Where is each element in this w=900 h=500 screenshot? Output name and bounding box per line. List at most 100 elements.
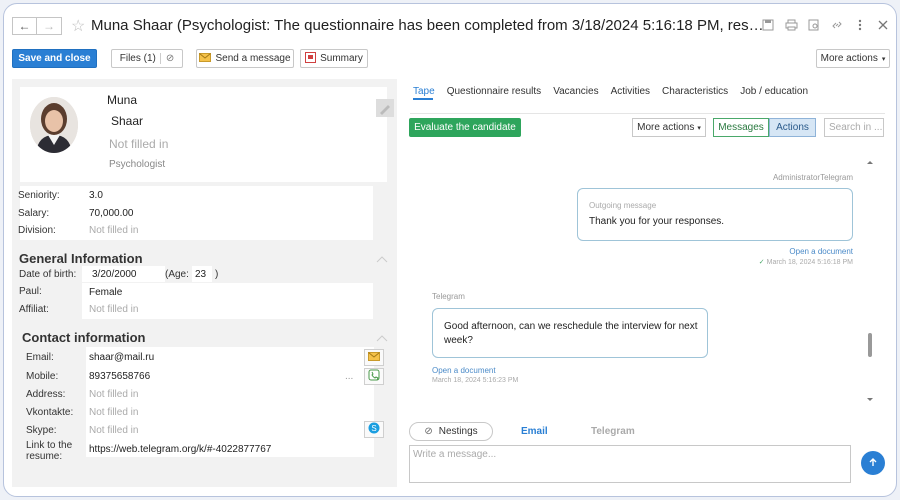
chevron-down-icon: ▾ [697,124,701,132]
mobile-value[interactable]: 89375658766 [89,371,150,382]
title-bar: ← → ☆ Muna Shaar (Psychologist: The ques… [4,4,896,46]
toolbar: Save and close Files (1) ⊘ Send a message… [4,49,896,75]
more-vertical-icon[interactable] [853,18,867,32]
tab-activities[interactable]: Activities [611,86,650,97]
outgoing-message: Outgoing message Thank you for your resp… [577,188,853,241]
print-icon[interactable] [784,18,798,32]
link-icon[interactable] [830,18,844,32]
arrow-up-icon [868,457,878,470]
nestings-button[interactable]: ⊘ Nestings [409,422,493,441]
back-button[interactable]: ← [12,17,37,35]
feed-scrollbar[interactable] [865,159,875,401]
mobile-more[interactable]: ... [345,371,353,382]
feed-search-input[interactable]: Search in ... [824,118,884,137]
address-value[interactable]: Not filled in [89,389,138,400]
seniority-value[interactable]: 3.0 [89,190,103,201]
dob-label: Date of birth: [19,269,77,280]
evaluate-candidate-button[interactable]: Evaluate the candidate [409,118,521,137]
summary-button[interactable]: Summary [300,49,368,68]
call-button[interactable] [364,368,384,385]
tabs: Tape Questionnaire results Vacancies Act… [413,86,808,97]
contact-fields-bg [86,347,374,457]
email-value[interactable]: shaar@mail.ru [89,352,154,363]
save-icon[interactable] [761,18,775,32]
address-label: Address: [26,389,66,400]
age-label: (Age: [165,269,189,280]
forward-arrow-icon: → [43,19,55,33]
division-value[interactable]: Not filled in [89,225,138,236]
affiliat-label: Affiliat: [19,304,49,315]
resume-label-2: resume: [26,451,63,462]
open-document-link[interactable]: Open a document [432,366,496,375]
candidate-window: ← → ☆ Muna Shaar (Psychologist: The ques… [3,3,897,497]
general-info-title: General Information [19,251,143,266]
more-actions-button[interactable]: More actions ▾ [816,49,890,68]
chevron-down-icon: ▾ [881,55,886,63]
paperclip-icon: ⊘ [159,53,174,64]
email-channel-tab[interactable]: Email [521,426,548,437]
check-icon: ✓ [758,259,767,266]
skype-button[interactable]: S [364,421,384,438]
tab-job-education[interactable]: Job / education [740,86,808,97]
salary-value[interactable]: 70,000.00 [89,208,134,219]
back-arrow-icon: ← [18,19,31,33]
mobile-label: Mobile: [26,371,59,382]
collapse-chevron-icon[interactable] [376,254,388,264]
send-email-button[interactable] [364,349,384,366]
phone-icon [368,369,380,384]
candidate-panel: Muna Shaar Not filled in Psychologist Se… [12,79,397,487]
channel-name: Telegram [432,292,465,301]
save-and-close-button[interactable]: Save and close [12,49,97,68]
send-message-button[interactable]: Send a message [196,49,294,68]
tab-vacancies[interactable]: Vacancies [553,86,598,97]
send-button[interactable] [861,451,885,475]
feed-more-actions-button[interactable]: More actions ▾ [632,118,706,137]
files-button[interactable]: Files (1) ⊘ [111,49,183,68]
preview-icon[interactable] [807,18,821,32]
messages-filter-button[interactable]: Messages [713,118,769,137]
paul-label: Paul: [19,286,42,297]
resume-link[interactable]: https://web.telegram.org/k/#-4022877767 [89,444,271,455]
candidate-photo [30,97,78,153]
favorite-star-icon[interactable]: ☆ [71,16,85,36]
message-input[interactable]: Write a message... [409,445,851,483]
candidate-card: Muna Shaar Not filled in Psychologist [20,87,394,182]
actions-filter-button[interactable]: Actions [769,118,816,137]
window-title: Muna Shaar (Psychologist: The questionna… [91,17,771,34]
first-name[interactable]: Muna [107,93,137,107]
division-label: Division: [18,225,56,236]
paul-value[interactable]: Female [89,287,122,298]
tab-questionnaire-results[interactable]: Questionnaire results [447,86,542,97]
fields-bg [20,186,373,240]
tab-characteristics[interactable]: Characteristics [662,86,728,97]
middle-name[interactable]: Not filled in [109,137,168,151]
open-document-link[interactable]: Open a document [789,247,853,256]
forward-button[interactable]: → [37,17,62,35]
close-icon[interactable] [876,18,890,32]
edit-photo-button[interactable] [376,99,394,117]
contact-info-title: Contact information [22,330,146,345]
paperclip-icon: ⊘ [424,426,433,437]
position[interactable]: Psychologist [109,159,165,170]
feed-panel: Tape Questionnaire results Vacancies Act… [400,79,890,489]
tab-tape[interactable]: Tape [413,86,435,97]
vkontakte-value[interactable]: Not filled in [89,407,138,418]
dob-value[interactable]: 3/20/2000 [92,269,137,280]
tab-divider [410,113,885,114]
svg-text:S: S [371,424,376,433]
envelope-icon [199,52,212,65]
resume-label-1: Link to the [26,440,73,451]
last-name[interactable]: Shaar [111,114,143,128]
message-type: Outgoing message [589,201,657,210]
seniority-label: Seniority: [18,190,60,201]
title-icons [761,18,890,32]
affiliat-value[interactable]: Not filled in [89,304,138,315]
telegram-channel-tab[interactable]: Telegram [591,426,635,437]
skype-icon: S [368,422,380,437]
skype-label: Skype: [26,425,57,436]
envelope-icon [368,351,380,364]
incoming-message: Good afternoon, can we reschedule the in… [432,308,708,358]
skype-value[interactable]: Not filled in [89,425,138,436]
collapse-chevron-icon[interactable] [376,333,388,343]
active-tab-underline [413,98,433,100]
